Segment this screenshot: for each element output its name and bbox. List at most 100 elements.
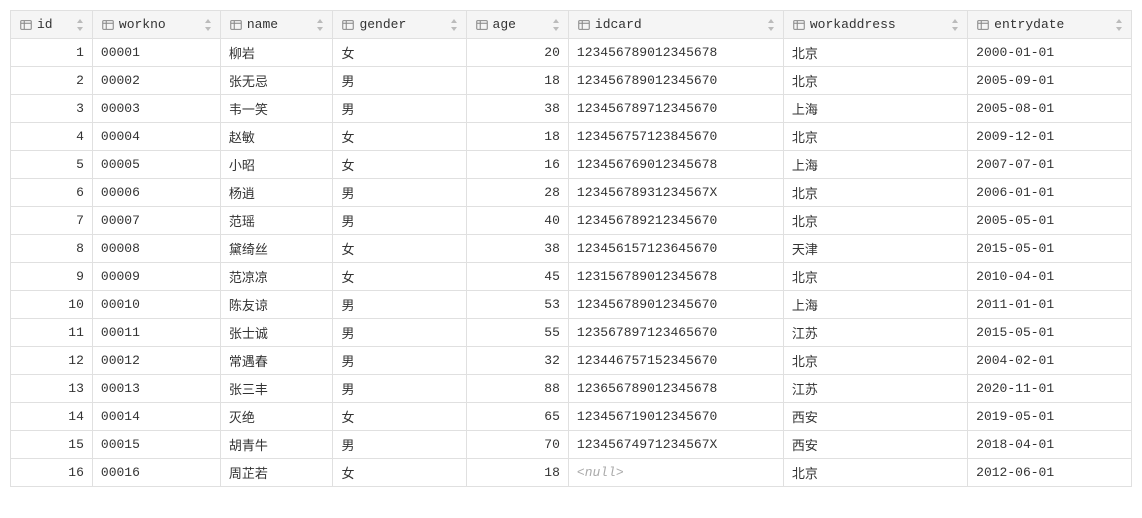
cell-gender[interactable]: 女 bbox=[333, 235, 466, 263]
cell-workno[interactable]: 00012 bbox=[92, 347, 220, 375]
cell-name[interactable]: 小昭 bbox=[220, 151, 333, 179]
cell-workaddress[interactable]: 北京 bbox=[783, 207, 967, 235]
cell-age[interactable]: 65 bbox=[466, 403, 568, 431]
column-header-entrydate[interactable]: entrydate bbox=[968, 11, 1132, 39]
cell-id[interactable]: 6 bbox=[11, 179, 93, 207]
cell-gender[interactable]: 男 bbox=[333, 67, 466, 95]
cell-idcard[interactable]: 12345674971234567X bbox=[568, 431, 783, 459]
cell-workaddress[interactable]: 北京 bbox=[783, 179, 967, 207]
cell-idcard[interactable]: 123456789012345670 bbox=[568, 67, 783, 95]
cell-entrydate[interactable]: 2009-12-01 bbox=[968, 123, 1132, 151]
table-row[interactable]: 1400014灭绝女65123456719012345670西安2019-05-… bbox=[11, 403, 1132, 431]
cell-name[interactable]: 张士诚 bbox=[220, 319, 333, 347]
column-header-id[interactable]: id bbox=[11, 11, 93, 39]
column-header-workno[interactable]: workno bbox=[92, 11, 220, 39]
table-row[interactable]: 200002张无忌男18123456789012345670北京2005-09-… bbox=[11, 67, 1132, 95]
table-row[interactable]: 300003韦一笑男38123456789712345670上海2005-08-… bbox=[11, 95, 1132, 123]
cell-name[interactable]: 范瑶 bbox=[220, 207, 333, 235]
cell-gender[interactable]: 女 bbox=[333, 263, 466, 291]
cell-entrydate[interactable]: 2005-05-01 bbox=[968, 207, 1132, 235]
cell-entrydate[interactable]: 2018-04-01 bbox=[968, 431, 1132, 459]
cell-name[interactable]: 柳岩 bbox=[220, 39, 333, 67]
cell-gender[interactable]: 男 bbox=[333, 319, 466, 347]
cell-age[interactable]: 45 bbox=[466, 263, 568, 291]
cell-id[interactable]: 13 bbox=[11, 375, 93, 403]
table-row[interactable]: 800008黛绮丝女38123456157123645670天津2015-05-… bbox=[11, 235, 1132, 263]
cell-age[interactable]: 28 bbox=[466, 179, 568, 207]
cell-id[interactable]: 9 bbox=[11, 263, 93, 291]
cell-age[interactable]: 16 bbox=[466, 151, 568, 179]
cell-workaddress[interactable]: 北京 bbox=[783, 347, 967, 375]
cell-workaddress[interactable]: 江苏 bbox=[783, 375, 967, 403]
cell-workno[interactable]: 00013 bbox=[92, 375, 220, 403]
cell-idcard[interactable]: 123446757152345670 bbox=[568, 347, 783, 375]
cell-gender[interactable]: 男 bbox=[333, 347, 466, 375]
table-row[interactable]: 1000010陈友谅男53123456789012345670上海2011-01… bbox=[11, 291, 1132, 319]
cell-workaddress[interactable]: 北京 bbox=[783, 67, 967, 95]
sort-icon[interactable] bbox=[204, 18, 212, 32]
table-row[interactable]: 1500015胡青牛男7012345674971234567X西安2018-04… bbox=[11, 431, 1132, 459]
cell-id[interactable]: 4 bbox=[11, 123, 93, 151]
cell-entrydate[interactable]: 2012-06-01 bbox=[968, 459, 1132, 487]
cell-entrydate[interactable]: 2000-01-01 bbox=[968, 39, 1132, 67]
table-row[interactable]: 100001柳岩女20123456789012345678北京2000-01-0… bbox=[11, 39, 1132, 67]
column-header-gender[interactable]: gender bbox=[333, 11, 466, 39]
cell-name[interactable]: 赵敏 bbox=[220, 123, 333, 151]
cell-workno[interactable]: 00005 bbox=[92, 151, 220, 179]
cell-workaddress[interactable]: 北京 bbox=[783, 39, 967, 67]
cell-idcard[interactable]: 123456789012345678 bbox=[568, 39, 783, 67]
cell-id[interactable]: 16 bbox=[11, 459, 93, 487]
cell-idcard[interactable]: 123456757123845670 bbox=[568, 123, 783, 151]
cell-name[interactable]: 张三丰 bbox=[220, 375, 333, 403]
cell-workaddress[interactable]: 江苏 bbox=[783, 319, 967, 347]
cell-name[interactable]: 张无忌 bbox=[220, 67, 333, 95]
cell-age[interactable]: 18 bbox=[466, 459, 568, 487]
cell-gender[interactable]: 女 bbox=[333, 123, 466, 151]
cell-entrydate[interactable]: 2011-01-01 bbox=[968, 291, 1132, 319]
cell-entrydate[interactable]: 2006-01-01 bbox=[968, 179, 1132, 207]
cell-name[interactable]: 胡青牛 bbox=[220, 431, 333, 459]
cell-idcard[interactable]: <null> bbox=[568, 459, 783, 487]
cell-gender[interactable]: 男 bbox=[333, 179, 466, 207]
column-header-workaddress[interactable]: workaddress bbox=[783, 11, 967, 39]
column-header-idcard[interactable]: idcard bbox=[568, 11, 783, 39]
cell-workno[interactable]: 00003 bbox=[92, 95, 220, 123]
cell-name[interactable]: 黛绮丝 bbox=[220, 235, 333, 263]
cell-idcard[interactable]: 123456789212345670 bbox=[568, 207, 783, 235]
cell-gender[interactable]: 男 bbox=[333, 375, 466, 403]
cell-idcard[interactable]: 123456157123645670 bbox=[568, 235, 783, 263]
sort-icon[interactable] bbox=[951, 18, 959, 32]
cell-idcard[interactable]: 123456789012345670 bbox=[568, 291, 783, 319]
cell-idcard[interactable]: 123456789712345670 bbox=[568, 95, 783, 123]
cell-id[interactable]: 7 bbox=[11, 207, 93, 235]
cell-workno[interactable]: 00009 bbox=[92, 263, 220, 291]
cell-age[interactable]: 40 bbox=[466, 207, 568, 235]
sort-icon[interactable] bbox=[450, 18, 458, 32]
cell-name[interactable]: 杨逍 bbox=[220, 179, 333, 207]
cell-workno[interactable]: 00004 bbox=[92, 123, 220, 151]
cell-age[interactable]: 20 bbox=[466, 39, 568, 67]
cell-name[interactable]: 常遇春 bbox=[220, 347, 333, 375]
cell-workaddress[interactable]: 北京 bbox=[783, 459, 967, 487]
cell-gender[interactable]: 男 bbox=[333, 95, 466, 123]
cell-gender[interactable]: 男 bbox=[333, 207, 466, 235]
cell-idcard[interactable]: 123156789012345678 bbox=[568, 263, 783, 291]
cell-gender[interactable]: 女 bbox=[333, 459, 466, 487]
cell-entrydate[interactable]: 2007-07-01 bbox=[968, 151, 1132, 179]
sort-icon[interactable] bbox=[767, 18, 775, 32]
cell-id[interactable]: 8 bbox=[11, 235, 93, 263]
cell-entrydate[interactable]: 2015-05-01 bbox=[968, 235, 1132, 263]
sort-icon[interactable] bbox=[552, 18, 560, 32]
cell-id[interactable]: 5 bbox=[11, 151, 93, 179]
cell-workno[interactable]: 00001 bbox=[92, 39, 220, 67]
cell-id[interactable]: 14 bbox=[11, 403, 93, 431]
column-header-name[interactable]: name bbox=[220, 11, 333, 39]
cell-workaddress[interactable]: 西安 bbox=[783, 403, 967, 431]
cell-age[interactable]: 70 bbox=[466, 431, 568, 459]
cell-id[interactable]: 10 bbox=[11, 291, 93, 319]
cell-age[interactable]: 18 bbox=[466, 67, 568, 95]
cell-workno[interactable]: 00014 bbox=[92, 403, 220, 431]
column-header-age[interactable]: age bbox=[466, 11, 568, 39]
cell-age[interactable]: 55 bbox=[466, 319, 568, 347]
cell-entrydate[interactable]: 2005-08-01 bbox=[968, 95, 1132, 123]
